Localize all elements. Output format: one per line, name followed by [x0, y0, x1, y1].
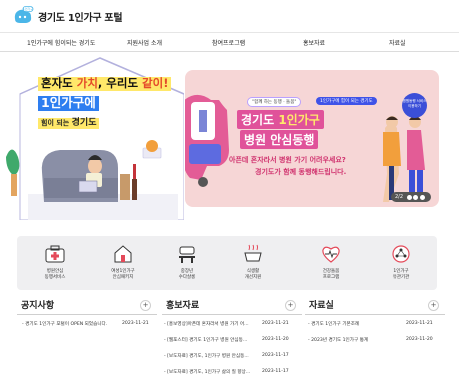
banner-title-line2: 병원 안심동행 — [240, 130, 319, 149]
nav-item-archive[interactable]: 자료실 — [389, 38, 406, 47]
site-logo[interactable]: 1인가구 경기도 1인가구 포털 — [12, 6, 123, 26]
service-women-safety[interactable]: 여성1인가구 안심패키지 — [98, 243, 148, 281]
archive-board-title: 자료실 — [309, 301, 334, 311]
hero-slogan-line1: 혼자도 가치, 우리도 같이! — [38, 77, 172, 91]
service-label: 중장년 수다살롱 — [178, 269, 196, 281]
banner-title-line1: 경기도 1인가구 — [237, 110, 324, 129]
safe-house-icon — [114, 245, 132, 263]
portal-page: 1인가구 경기도 1인가구 포털 1인가구에 힘이되는 경기도 지원사업 소개 … — [0, 0, 459, 385]
archive-board: 자료실 + — [305, 295, 445, 315]
heart-pulse-icon — [322, 246, 340, 263]
promo-post-link[interactable]: - [웹포스터] 경기도 1인가구 병원 안심동... — [164, 337, 247, 343]
promo-more-button[interactable]: + — [285, 300, 296, 311]
promo-post-date: 2023-11-21 — [262, 321, 289, 326]
banner-subtitle-2: 경기도가 함께 동행해드립니다. — [255, 168, 347, 176]
hero-slogan-line3: 힘이 되는 경기도 — [38, 118, 100, 129]
service-chat-salon[interactable]: 중장년 수다살롱 — [162, 243, 212, 281]
nav-item-programs[interactable]: 참여프로그램 — [212, 38, 245, 47]
banner-pill-together: "함께 하는 동행 · 돌봄" — [247, 97, 302, 107]
notice-post-date: 2023-11-21 — [122, 321, 149, 326]
service-label: 병원안심 동행서비스 — [44, 269, 66, 281]
promo-board: 홍보자료 + — [162, 295, 302, 315]
notice-board-title: 공지사항 — [21, 301, 55, 311]
banner-page-indicator: 2/2 — [395, 194, 404, 200]
pause-slide-button[interactable] — [413, 194, 419, 200]
archive-more-button[interactable]: + — [428, 300, 439, 311]
service-diet-support[interactable]: 식생활 개선지원 — [228, 243, 278, 281]
network-icon — [392, 245, 410, 263]
notice-board: 공지사항 + — [17, 295, 157, 315]
promo-post-date: 2023-11-17 — [262, 353, 289, 358]
chat-table-icon — [179, 246, 195, 263]
service-quicklinks: 병원안심 동행서비스 여성1인가구 안심패키지 중장년 수다살롱 식생활 개선지원 — [17, 236, 437, 290]
service-label: 식생활 개선지원 — [244, 269, 262, 281]
archive-post-link[interactable]: - 경기도 1인가구 기본조례 — [308, 321, 359, 327]
nav-item-promo[interactable]: 홍보자료 — [303, 38, 325, 47]
promo-post-date: 2023-11-17 — [262, 369, 289, 374]
promo-post-link[interactable]: - [홍보영상]아픈데 혼자라서 병원 가기 어... — [164, 321, 249, 327]
banner-apply-badge[interactable]: 병원동행 서비스 이용하기 — [402, 93, 427, 118]
service-label: 1인가구 유관기관 — [392, 269, 410, 281]
svg-text:1인가구: 1인가구 — [23, 6, 33, 11]
nav-item-gyeonggi[interactable]: 1인가구에 힘이되는 경기도 — [27, 38, 95, 47]
promo-post-link[interactable]: - [보도자료] 경기도, 1인가구 삶의 질 향상... — [164, 369, 250, 375]
hero-slogan-line2: 1인가구에 — [38, 96, 99, 111]
promo-board-title: 홍보자료 — [166, 301, 200, 311]
service-related-orgs[interactable]: 1인가구 유관기관 — [376, 243, 426, 281]
site-title: 경기도 1인가구 포털 — [38, 12, 123, 24]
logo-icon: 1인가구 — [14, 6, 34, 23]
archive-post-date: 2023-11-21 — [406, 321, 433, 326]
service-label: 여성1인가구 안심패키지 — [111, 269, 135, 281]
prev-slide-button[interactable] — [406, 194, 412, 200]
main-nav: 1인가구에 힘이되는 경기도 지원사업 소개 참여프로그램 홍보자료 자료실 — [0, 33, 459, 51]
notice-more-button[interactable]: + — [140, 300, 151, 311]
notice-board-header: 공지사항 + — [17, 295, 157, 315]
service-hospital-escort[interactable]: 병원안심 동행서비스 — [30, 243, 80, 281]
promo-post-link[interactable]: - [보도자료] 경기도, 1인가구 병원 안심동... — [164, 353, 249, 359]
cooking-pot-icon — [244, 244, 262, 262]
archive-board-header: 자료실 + — [305, 295, 445, 315]
promo-post-date: 2023-11-20 — [262, 337, 289, 342]
nav-item-support[interactable]: 지원사업 소개 — [127, 38, 162, 47]
next-slide-button[interactable] — [419, 194, 425, 200]
promo-banner[interactable]: "함께 하는 동행 · 돌봄" 1인가구에 힘이 되는 경기도 경기도 1인가구… — [185, 70, 439, 207]
medical-kit-icon — [45, 245, 65, 263]
service-label: 건강돌봄 프로그램 — [322, 269, 340, 281]
banner-pill-slogan: 1인가구에 힘이 되는 경기도 — [316, 97, 377, 105]
site-header: 1인가구 경기도 1인가구 포털 — [0, 0, 459, 32]
archive-post-date: 2023-11-20 — [406, 337, 433, 342]
archive-post-link[interactable]: - 2023년 경기도 1인가구 통계 — [308, 337, 368, 343]
promo-board-header: 홍보자료 + — [162, 295, 302, 315]
service-health-care[interactable]: 건강돌봄 프로그램 — [306, 243, 356, 281]
notice-post-link[interactable]: - 경기도 1인가구 포털이 OPEN 되었습니다. — [22, 321, 107, 327]
banner-pager: 2/2 — [391, 192, 431, 202]
banner-subtitle-1: 아픈데 혼자라서 병원 가기 어려우세요? — [229, 156, 346, 164]
